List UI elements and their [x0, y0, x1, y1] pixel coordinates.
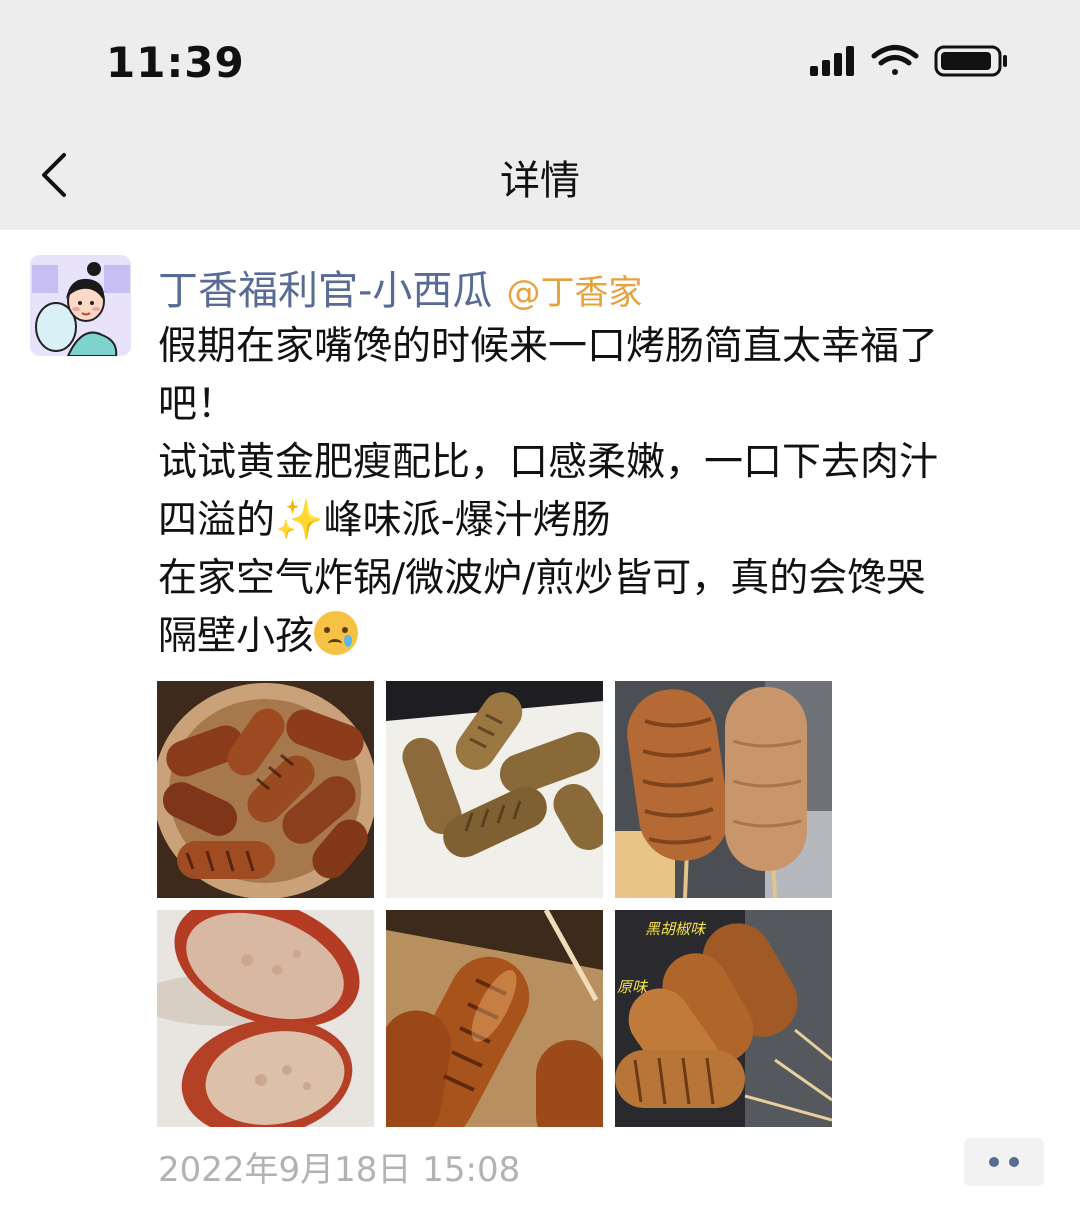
black-pepper-label: 黑胡椒味 — [645, 920, 707, 938]
sparkle-emoji-icon: ✨ — [275, 498, 324, 543]
post-line: 在家空气炸锅/微波炉/煎炒皆可，真的会馋哭 — [158, 556, 926, 601]
wifi-icon — [871, 45, 919, 75]
post-line-text: 峰味派-爆汁烤肠 — [323, 498, 611, 543]
signal-icon — [810, 46, 854, 76]
page-title: 详情 — [500, 158, 580, 204]
flavored-sausages-photo[interactable]: 黑胡椒味 原味 — [615, 910, 832, 1127]
post-text: 假期在家嘴馋的时候来一口烤肠简直太幸福了 吧！ 试试黄金肥瘦配比，口感柔嫩，一口… — [158, 318, 1038, 666]
sausages-plate-photo[interactable] — [386, 681, 603, 898]
sausage-cross-section-photo[interactable] — [157, 910, 374, 1127]
photo-grid: 黑胡椒味 原味 — [157, 681, 833, 1128]
avatar[interactable] — [30, 255, 131, 356]
post-line: 假期在家嘴馋的时候来一口烤肠简直太幸福了 — [158, 324, 939, 369]
original-flavor-label: 原味 — [617, 978, 649, 996]
more-button[interactable] — [964, 1138, 1044, 1186]
grilled-sausage-closeup-photo[interactable] — [386, 910, 603, 1127]
post-line: 四溢的✨峰味派-爆汁烤肠 — [158, 492, 1038, 550]
avatar-illustration — [30, 255, 131, 356]
post-line: 吧！ — [158, 382, 237, 427]
status-icons — [810, 45, 1007, 77]
post-line-text: 四溢的 — [158, 498, 276, 543]
post-timestamp: 2022年9月18日 15:08 — [158, 1150, 521, 1190]
more-dots-icon — [1009, 1157, 1019, 1167]
author-name[interactable]: 丁香福利官-小西瓜 — [158, 268, 492, 314]
sausages-air-fryer-photo[interactable] — [157, 681, 374, 898]
sausages-skewer-photo[interactable] — [615, 681, 832, 898]
author-line: 丁香福利官-小西瓜 @丁香家 — [158, 258, 642, 316]
post-line-text: 隔壁小孩 — [158, 614, 315, 659]
more-dots-icon — [989, 1157, 999, 1167]
post-line: 隔壁小孩 — [158, 608, 1038, 666]
post-line: 试试黄金肥瘦配比，口感柔嫩，一口下去肉汁 — [158, 440, 939, 485]
header: 11:39 详情 — [0, 0, 1080, 230]
battery-icon — [934, 45, 1007, 77]
author-handle[interactable]: @丁香家 — [506, 273, 642, 313]
crying-face-emoji-icon — [314, 611, 359, 655]
status-time: 11:39 — [106, 38, 245, 87]
